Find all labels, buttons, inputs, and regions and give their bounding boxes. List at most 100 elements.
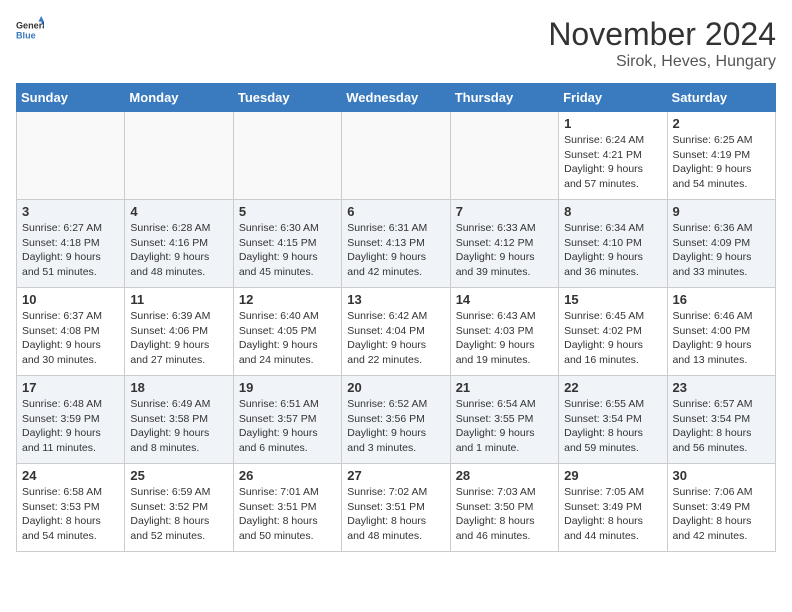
col-saturday: Saturday <box>667 84 775 112</box>
calendar-week-row: 3 Sunrise: 6:27 AM Sunset: 4:18 PM Daylig… <box>17 200 776 288</box>
day-number: 11 <box>130 292 227 307</box>
table-row: 27Sunrise: 7:02 AM Sunset: 3:51 PM Dayli… <box>342 464 450 552</box>
table-row: 16 Sunrise: 6:46 AM Sunset: 4:00 PM Dayli… <box>667 288 775 376</box>
table-row: 23 Sunrise: 6:57 AM Sunset: 3:54 PM Dayli… <box>667 376 775 464</box>
day-number: 12 <box>239 292 336 307</box>
day-info: Sunrise: 6:45 AM Sunset: 4:02 PM Dayligh… <box>564 309 661 368</box>
table-row: 26 Sunrise: 7:01 AM Sunset: 3:51 PM Dayli… <box>233 464 341 552</box>
day-info: Sunrise: 7:01 AM Sunset: 3:51 PM Dayligh… <box>239 485 336 544</box>
day-number: 14 <box>456 292 553 307</box>
day-info: Sunrise: 6:55 AM Sunset: 3:54 PM Dayligh… <box>564 397 661 456</box>
day-number: 10 <box>22 292 119 307</box>
calendar-table: Sunday Monday Tuesday Wednesday Thursday… <box>16 83 776 552</box>
table-row: 14 Sunrise: 6:43 AM Sunset: 4:03 PM Dayli… <box>450 288 558 376</box>
table-row: 10 Sunrise: 6:37 AM Sunset: 4:08 PM Dayli… <box>17 288 125 376</box>
day-info: Sunrise: 6:46 AM Sunset: 4:00 PM Dayligh… <box>673 309 770 368</box>
day-number: 23 <box>673 380 770 395</box>
table-row <box>233 112 341 200</box>
table-row: 28 Sunrise: 7:03 AM Sunset: 3:50 PM Dayli… <box>450 464 558 552</box>
table-row: 9Sunrise: 6:36 AM Sunset: 4:09 PM Daylig… <box>667 200 775 288</box>
col-friday: Friday <box>559 84 667 112</box>
day-number: 24 <box>22 468 119 483</box>
table-row: 30 Sunrise: 7:06 AM Sunset: 3:49 PM Dayli… <box>667 464 775 552</box>
day-info: Sunrise: 6:28 AM Sunset: 4:16 PM Dayligh… <box>130 221 227 280</box>
table-row: 8 Sunrise: 6:34 AM Sunset: 4:10 PM Daylig… <box>559 200 667 288</box>
day-info: Sunrise: 6:52 AM Sunset: 3:56 PM Dayligh… <box>347 397 444 456</box>
table-row: 1Sunrise: 6:24 AM Sunset: 4:21 PM Daylig… <box>559 112 667 200</box>
day-number: 22 <box>564 380 661 395</box>
day-info: Sunrise: 6:43 AM Sunset: 4:03 PM Dayligh… <box>456 309 553 368</box>
col-tuesday: Tuesday <box>233 84 341 112</box>
day-info: Sunrise: 7:02 AM Sunset: 3:51 PM Dayligh… <box>347 485 444 544</box>
title-area: November 2024 Sirok, Heves, Hungary <box>548 16 776 71</box>
table-row: 5 Sunrise: 6:30 AM Sunset: 4:15 PM Daylig… <box>233 200 341 288</box>
day-number: 5 <box>239 204 336 219</box>
day-number: 19 <box>239 380 336 395</box>
day-number: 16 <box>673 292 770 307</box>
calendar-week-row: 24 Sunrise: 6:58 AM Sunset: 3:53 PM Dayli… <box>17 464 776 552</box>
day-info: Sunrise: 7:03 AM Sunset: 3:50 PM Dayligh… <box>456 485 553 544</box>
month-title: November 2024 <box>548 16 776 53</box>
day-number: 26 <box>239 468 336 483</box>
day-number: 25 <box>130 468 227 483</box>
location-title: Sirok, Heves, Hungary <box>548 53 776 71</box>
table-row: 13Sunrise: 6:42 AM Sunset: 4:04 PM Dayli… <box>342 288 450 376</box>
col-wednesday: Wednesday <box>342 84 450 112</box>
table-row: 6Sunrise: 6:31 AM Sunset: 4:13 PM Daylig… <box>342 200 450 288</box>
table-row: 17 Sunrise: 6:48 AM Sunset: 3:59 PM Dayli… <box>17 376 125 464</box>
col-monday: Monday <box>125 84 233 112</box>
day-number: 17 <box>22 380 119 395</box>
day-number: 28 <box>456 468 553 483</box>
svg-text:Blue: Blue <box>16 30 36 40</box>
table-row: 21Sunrise: 6:54 AM Sunset: 3:55 PM Dayli… <box>450 376 558 464</box>
calendar-week-row: 17 Sunrise: 6:48 AM Sunset: 3:59 PM Dayli… <box>17 376 776 464</box>
day-info: Sunrise: 6:30 AM Sunset: 4:15 PM Dayligh… <box>239 221 336 280</box>
table-row: 12 Sunrise: 6:40 AM Sunset: 4:05 PM Dayli… <box>233 288 341 376</box>
table-row: 11 Sunrise: 6:39 AM Sunset: 4:06 PM Dayli… <box>125 288 233 376</box>
table-row: 19 Sunrise: 6:51 AM Sunset: 3:57 PM Dayli… <box>233 376 341 464</box>
day-number: 3 <box>22 204 119 219</box>
day-info: Sunrise: 6:37 AM Sunset: 4:08 PM Dayligh… <box>22 309 119 368</box>
day-info: Sunrise: 6:51 AM Sunset: 3:57 PM Dayligh… <box>239 397 336 456</box>
day-info: Sunrise: 6:49 AM Sunset: 3:58 PM Dayligh… <box>130 397 227 456</box>
day-info: Sunrise: 6:57 AM Sunset: 3:54 PM Dayligh… <box>673 397 770 456</box>
table-row <box>450 112 558 200</box>
day-info: Sunrise: 6:40 AM Sunset: 4:05 PM Dayligh… <box>239 309 336 368</box>
day-info: Sunrise: 6:54 AM Sunset: 3:55 PM Dayligh… <box>456 397 553 456</box>
col-sunday: Sunday <box>17 84 125 112</box>
svg-text:General: General <box>16 21 44 31</box>
day-info: Sunrise: 6:39 AM Sunset: 4:06 PM Dayligh… <box>130 309 227 368</box>
table-row: 4Sunrise: 6:28 AM Sunset: 4:16 PM Daylig… <box>125 200 233 288</box>
calendar-week-row: 10 Sunrise: 6:37 AM Sunset: 4:08 PM Dayli… <box>17 288 776 376</box>
day-number: 29 <box>564 468 661 483</box>
day-info: Sunrise: 6:34 AM Sunset: 4:10 PM Dayligh… <box>564 221 661 280</box>
table-row: 15Sunrise: 6:45 AM Sunset: 4:02 PM Dayli… <box>559 288 667 376</box>
day-info: Sunrise: 6:36 AM Sunset: 4:09 PM Dayligh… <box>673 221 770 280</box>
day-number: 1 <box>564 116 661 131</box>
day-info: Sunrise: 6:33 AM Sunset: 4:12 PM Dayligh… <box>456 221 553 280</box>
table-row <box>17 112 125 200</box>
table-row: 18Sunrise: 6:49 AM Sunset: 3:58 PM Dayli… <box>125 376 233 464</box>
day-number: 8 <box>564 204 661 219</box>
day-info: Sunrise: 6:25 AM Sunset: 4:19 PM Dayligh… <box>673 133 770 192</box>
day-info: Sunrise: 7:06 AM Sunset: 3:49 PM Dayligh… <box>673 485 770 544</box>
table-row: 25 Sunrise: 6:59 AM Sunset: 3:52 PM Dayli… <box>125 464 233 552</box>
logo-icon: General Blue <box>16 16 44 44</box>
calendar-week-row: 1Sunrise: 6:24 AM Sunset: 4:21 PM Daylig… <box>17 112 776 200</box>
table-row <box>125 112 233 200</box>
col-thursday: Thursday <box>450 84 558 112</box>
day-info: Sunrise: 6:48 AM Sunset: 3:59 PM Dayligh… <box>22 397 119 456</box>
header: General Blue November 2024 Sirok, Heves,… <box>16 16 776 71</box>
day-info: Sunrise: 6:58 AM Sunset: 3:53 PM Dayligh… <box>22 485 119 544</box>
day-info: Sunrise: 6:59 AM Sunset: 3:52 PM Dayligh… <box>130 485 227 544</box>
table-row: 29Sunrise: 7:05 AM Sunset: 3:49 PM Dayli… <box>559 464 667 552</box>
table-row: 20Sunrise: 6:52 AM Sunset: 3:56 PM Dayli… <box>342 376 450 464</box>
day-number: 7 <box>456 204 553 219</box>
table-row <box>342 112 450 200</box>
day-info: Sunrise: 6:27 AM Sunset: 4:18 PM Dayligh… <box>22 221 119 280</box>
day-number: 30 <box>673 468 770 483</box>
table-row: 2 Sunrise: 6:25 AM Sunset: 4:19 PM Daylig… <box>667 112 775 200</box>
day-number: 2 <box>673 116 770 131</box>
table-row: 7 Sunrise: 6:33 AM Sunset: 4:12 PM Daylig… <box>450 200 558 288</box>
day-info: Sunrise: 6:31 AM Sunset: 4:13 PM Dayligh… <box>347 221 444 280</box>
